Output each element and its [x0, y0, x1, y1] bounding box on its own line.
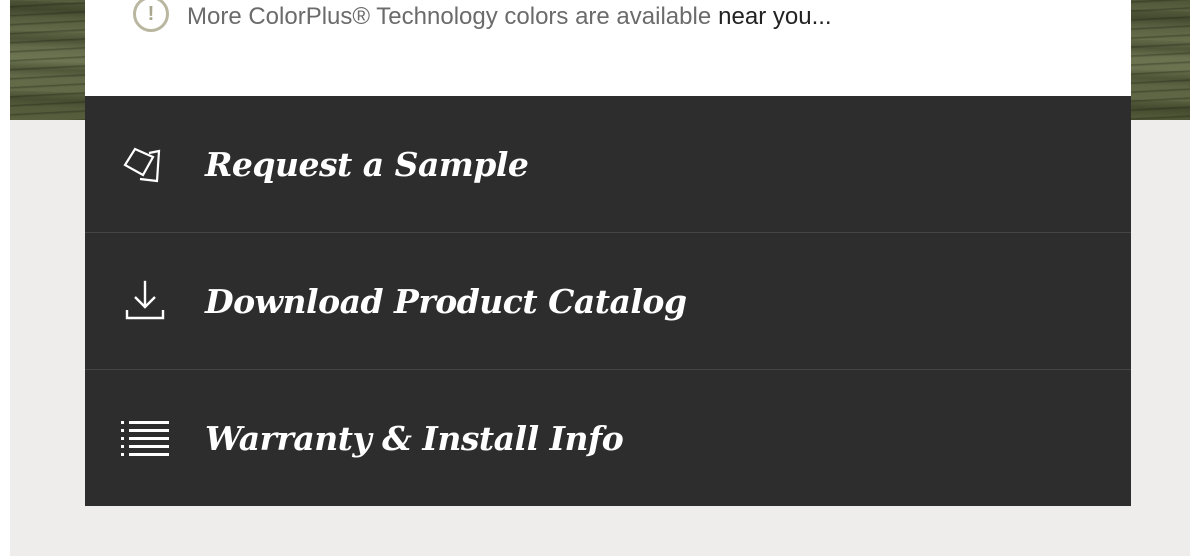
- list-icon: [119, 413, 181, 463]
- warranty-install-button[interactable]: Warranty & Install Info: [85, 370, 1131, 506]
- product-actions-menu: Request a Sample Download Product Catalo…: [85, 96, 1131, 506]
- request-sample-label: Request a Sample: [205, 144, 529, 184]
- near-you-link[interactable]: near you...: [718, 3, 831, 31]
- download-icon: [119, 276, 181, 326]
- info-icon: !: [133, 0, 169, 32]
- download-catalog-label: Download Product Catalog: [205, 281, 687, 321]
- sample-swatch-icon: [119, 139, 181, 189]
- notice-text: More ColorPlus® Technology colors are av…: [187, 3, 712, 30]
- warranty-install-label: Warranty & Install Info: [205, 418, 624, 458]
- color-availability-notice: ! More ColorPlus® Technology colors are …: [133, 0, 832, 42]
- request-sample-button[interactable]: Request a Sample: [85, 96, 1131, 232]
- download-catalog-button[interactable]: Download Product Catalog: [85, 233, 1131, 369]
- page-edge: [0, 0, 10, 556]
